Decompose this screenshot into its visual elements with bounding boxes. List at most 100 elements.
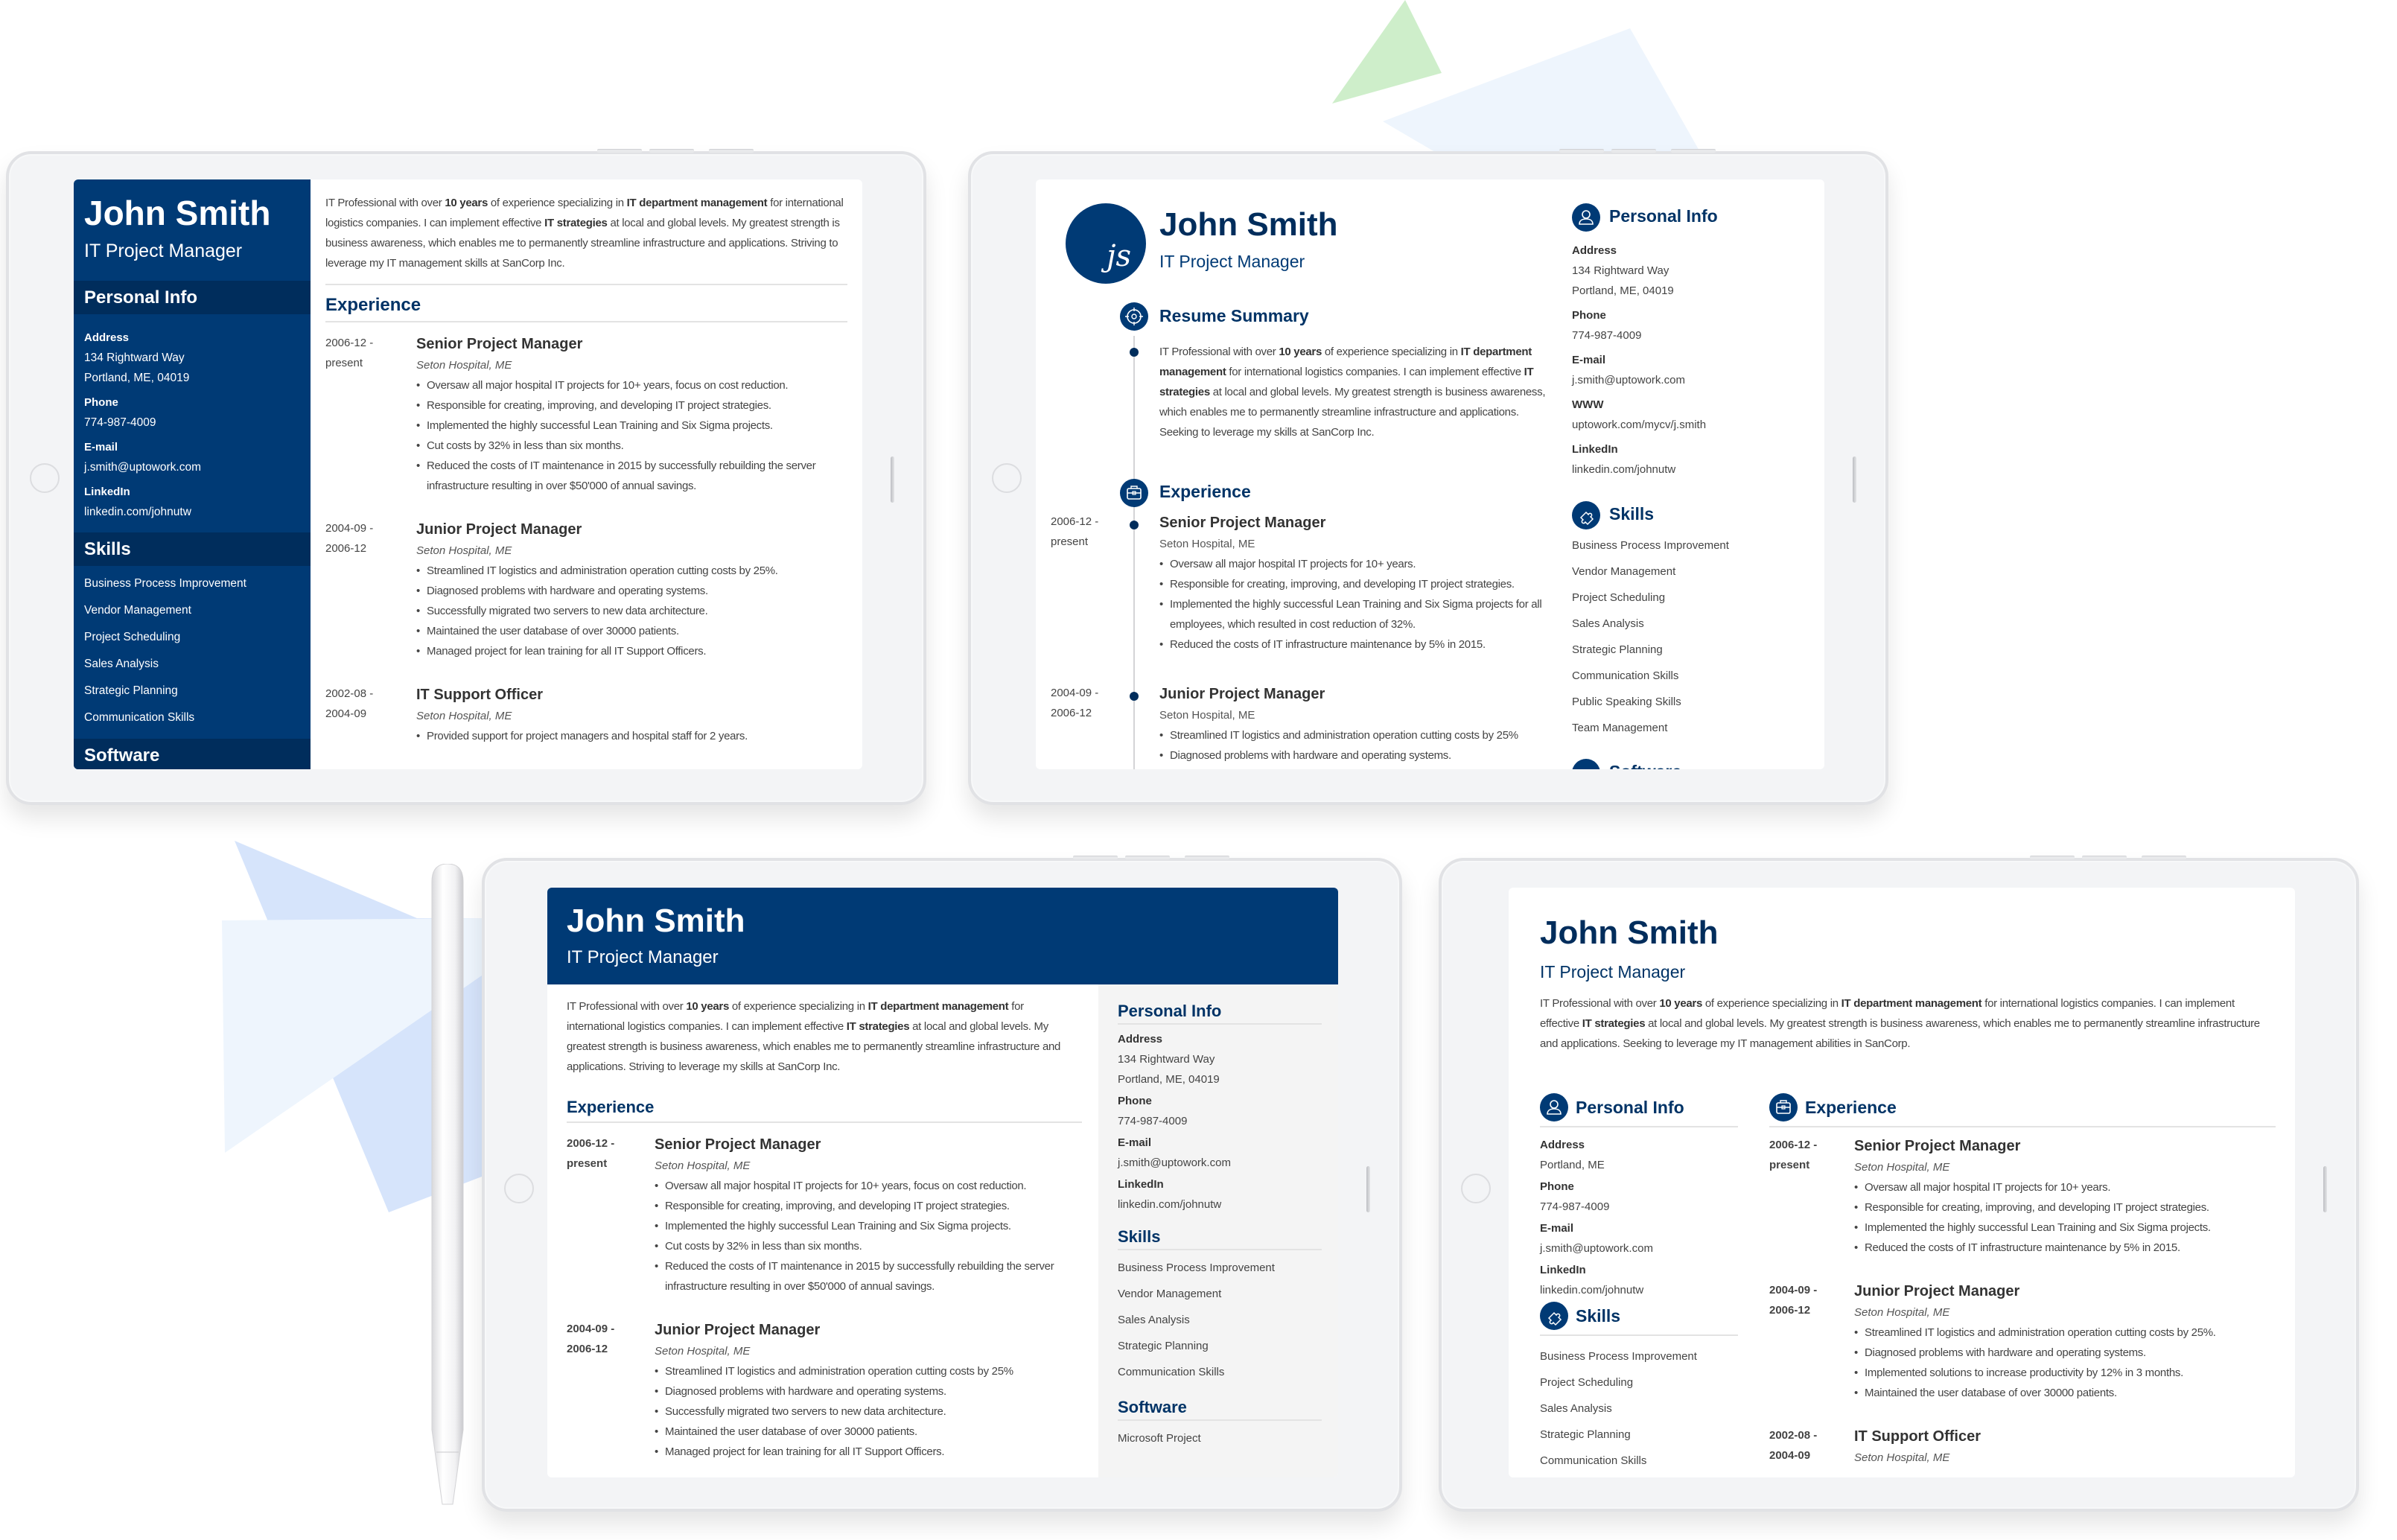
job-bullets: Streamlined IT logistics and administrat… (416, 561, 847, 661)
job-company: Seton Hospital, ME (1159, 538, 1255, 550)
skill-item: Business Process Improvement (1540, 1350, 1697, 1363)
info-value: Portland, ME, 04019 (1118, 1073, 1220, 1086)
section-heading-summary: Resume Summary (1159, 306, 1309, 325)
section-heading-personal-info: Personal Info (1540, 1093, 1738, 1127)
resume-sidebar: Personal Info Address 134 Rightward Way … (1098, 984, 1338, 1477)
job-bullet: Oversaw all major hospital IT projects f… (1854, 1177, 2276, 1197)
job-title: IT Support Officer (416, 687, 543, 703)
job-bullets: Oversaw all major hospital IT projects f… (655, 1176, 1082, 1296)
job-bullet: Reduced the costs of IT infrastructure m… (1854, 1238, 2276, 1258)
info-value-email[interactable]: j.smith@uptowork.com (1540, 1238, 1738, 1259)
info-label: Phone (1118, 1095, 1152, 1107)
job-entry: 2006-12 - present Senior Project Manager … (567, 1133, 1082, 1296)
info-value-linkedin[interactable]: linkedin.com/johnutw (84, 502, 300, 522)
info-label: Address (84, 331, 130, 344)
green-triangle (1332, 0, 1442, 104)
info-label: WWW (1572, 398, 1604, 411)
job-bullet: Reduced the costs of IT infrastructure m… (1159, 634, 1564, 655)
section-heading-skills: Skills (74, 532, 311, 566)
skill-item: Business Process Improvement (84, 577, 246, 590)
resume-role: IT Project Manager (84, 241, 243, 261)
resume-summary: IT Professional with over 10 years of ex… (1540, 997, 2260, 1050)
volume-button (1125, 856, 1170, 859)
info-label: Address (1540, 1139, 1585, 1151)
resume-name: John Smith (1540, 914, 1719, 951)
skill-item: Business Process Improvement (1572, 539, 1729, 552)
info-value-email[interactable]: j.smith@uptowork.com (1572, 370, 1818, 390)
info-label: Address (1118, 1033, 1163, 1046)
job-entry: 2006-12 - present Senior Project Manager … (1051, 512, 1564, 655)
skill-item: Communication Skills (1572, 669, 1679, 682)
skills-list: Business Process Improvement Vendor Mana… (74, 566, 311, 731)
job-entry: 2004-09 -2006-12 Junior Project Manager … (325, 518, 847, 661)
volume-button (597, 149, 642, 153)
resume-main: IT Professional with over 10 years of ex… (325, 179, 847, 746)
volume-button (649, 149, 694, 153)
job-company: Seton Hospital, ME (655, 1345, 751, 1358)
camera-bar (891, 456, 894, 503)
job-bullet: Maintained the user database of over 300… (1854, 1383, 2276, 1403)
resume-page: John Smith IT Project Manager IT Profess… (547, 888, 1338, 1477)
skill-item: Vendor Management (1118, 1288, 1222, 1300)
section-heading-skills: Skills (1118, 1225, 1322, 1250)
info-value-website[interactable]: uptowork.com/mycv/j.smith (1572, 415, 1818, 435)
target-icon (1120, 302, 1148, 331)
resume-name: John Smith (84, 194, 271, 232)
info-label: E-mail (1540, 1222, 1574, 1235)
section-heading-personal-info: Personal Info (1609, 206, 1718, 226)
info-value-linkedin[interactable]: linkedin.com/johnutw (1118, 1194, 1322, 1215)
power-button (709, 149, 754, 153)
skill-item: Project Scheduling (1540, 1376, 1634, 1389)
info-label: LinkedIn (1540, 1264, 1586, 1276)
info-value-linkedin[interactable]: linkedin.com/johnutw (1540, 1280, 1738, 1300)
info-value-linkedin[interactable]: linkedin.com/johnutw (1572, 459, 1818, 480)
job-company: Seton Hospital, ME (655, 1159, 751, 1172)
job-company: Seton Hospital, ME (416, 710, 512, 722)
skill-item: Project Scheduling (84, 631, 181, 643)
job-dates: 2004-09 -2006-12 (325, 522, 374, 555)
job-bullet: Streamlined IT logistics and administrat… (1854, 1323, 2276, 1343)
job-company: Seton Hospital, ME (416, 359, 512, 372)
skill-item: Project Scheduling (1572, 591, 1666, 604)
job-bullet: Managed project for lean training for al… (655, 1442, 1082, 1462)
home-button[interactable] (1461, 1174, 1491, 1203)
home-button[interactable] (992, 463, 1022, 493)
job-bullets: Streamlined IT logistics and administrat… (1159, 725, 1564, 766)
resume-page: js John Smith IT Project Manager Resume … (1036, 179, 1824, 769)
job-bullet: Oversaw all major hospital IT projects f… (655, 1176, 1082, 1196)
job-title: Junior Project Manager (1854, 1283, 2020, 1299)
skill-item: Sales Analysis (1540, 1402, 1612, 1415)
home-button[interactable] (504, 1174, 534, 1203)
personal-info: Address 134 Rightward Way Portland, ME, … (1572, 236, 1818, 480)
info-value-email[interactable]: j.smith@uptowork.com (1118, 1153, 1322, 1173)
info-value-email[interactable]: j.smith@uptowork.com (84, 457, 300, 477)
home-button[interactable] (30, 463, 60, 493)
resume-name: John Smith (1159, 206, 1338, 243)
camera-bar (1853, 456, 1856, 503)
resume-name: John Smith (567, 903, 745, 939)
monitor-icon (1572, 759, 1600, 769)
job-dates: 2002-08 -2004-09 (325, 687, 374, 720)
volume-button (2030, 856, 2075, 859)
job-title: Senior Project Manager (416, 336, 583, 352)
job-bullet: Successfully migrated two servers to new… (655, 1401, 1082, 1422)
job-dates: 2006-12 - present (325, 337, 374, 369)
resume-summary: IT Professional with over 10 years of ex… (325, 179, 847, 285)
skill-item: Sales Analysis (1572, 617, 1644, 630)
resume-page: John Smith IT Project Manager IT Profess… (1509, 888, 2295, 1477)
info-label: LinkedIn (1118, 1178, 1164, 1191)
job-dates: 2004-09 -2006-12 (1769, 1284, 1818, 1317)
info-label: Phone (1540, 1180, 1574, 1193)
info-value: 134 Rightward Way (1118, 1053, 1215, 1066)
job-dates: 2006-12 - present (567, 1137, 615, 1170)
job-bullet: Diagnosed problems with hardware and ope… (1159, 745, 1564, 766)
power-button (2142, 856, 2186, 859)
info-label: E-mail (1572, 354, 1606, 366)
job-bullets: Streamlined IT logistics and administrat… (655, 1361, 1082, 1462)
resume-sidebar: Personal Info Address Portland, ME Phone… (1540, 1093, 1738, 1474)
job-bullet: Maintained the user database of over 300… (655, 1422, 1082, 1442)
tablet-resume-sidebar: John Smith IT Project Manager Personal I… (6, 149, 926, 805)
skill-item: Strategic Planning (1118, 1340, 1209, 1352)
job-dates: 2004-09 -2006-12 (1051, 687, 1099, 719)
resume-main: js John Smith IT Project Manager Resume … (1036, 179, 1572, 769)
